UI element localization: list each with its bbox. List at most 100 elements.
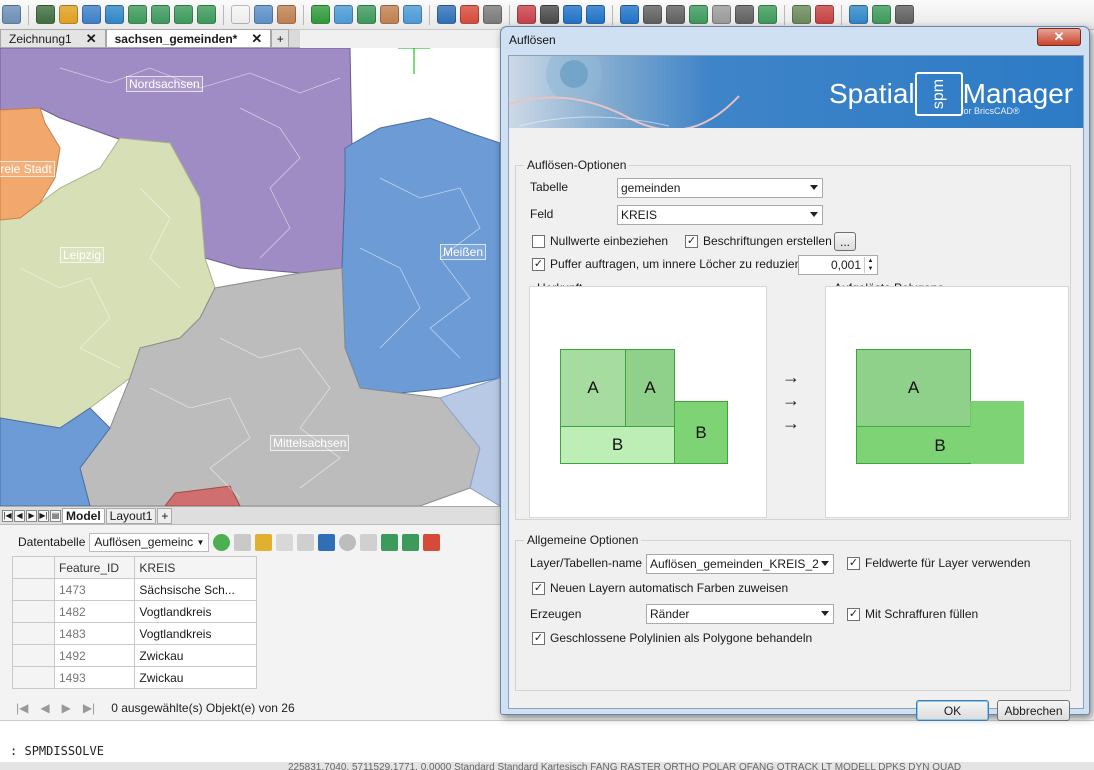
copy-icon[interactable] — [276, 533, 294, 551]
table-row[interactable]: 1483 Vogtlandkreis — [12, 622, 257, 645]
zoom-icon[interactable] — [197, 5, 216, 24]
stepper-arrows-icon[interactable]: ▲ ▼ — [864, 257, 876, 273]
plus-icon[interactable] — [311, 5, 330, 24]
refresh-icon[interactable] — [213, 533, 231, 551]
area3-icon[interactable] — [380, 5, 399, 24]
area2-icon[interactable] — [357, 5, 376, 24]
zoom-to-icon[interactable] — [255, 533, 273, 551]
select-remove-icon[interactable] — [402, 533, 420, 551]
column-header[interactable]: KREIS — [134, 556, 257, 579]
circles-icon[interactable] — [712, 5, 731, 24]
layout-list-button[interactable]: ▤ — [50, 509, 61, 522]
ok-button[interactable]: OK — [916, 700, 989, 721]
xy-icon[interactable] — [815, 5, 834, 24]
expand-icon[interactable] — [895, 5, 914, 24]
label-settings-button[interactable]: ... — [834, 232, 856, 251]
layer-icon[interactable] — [2, 5, 21, 24]
select-icon[interactable] — [360, 533, 378, 551]
buffer-value-stepper[interactable]: 0,001 ▲ ▼ — [798, 255, 878, 275]
table-grid-icon[interactable] — [234, 533, 252, 551]
checkbox-box[interactable] — [532, 234, 545, 248]
next-record-icon[interactable]: ▶ — [62, 701, 71, 715]
column-header[interactable]: Feature_ID — [53, 556, 136, 579]
bug-icon[interactable] — [231, 5, 250, 24]
add-layout-button[interactable]: + — [157, 507, 173, 524]
landscape-icon[interactable] — [277, 5, 296, 24]
snow-icon[interactable] — [403, 5, 422, 24]
help-icon[interactable] — [563, 5, 582, 24]
refresh-icon[interactable] — [586, 5, 605, 24]
layout-tab-model[interactable]: Model — [62, 507, 105, 524]
last-record-icon[interactable]: ▶| — [83, 701, 95, 715]
map-icon[interactable] — [792, 5, 811, 24]
link-icon[interactable] — [735, 5, 754, 24]
prev-layout-button[interactable]: ◀ — [14, 509, 25, 522]
command-line[interactable]: : SPMDISSOLVE — [0, 720, 1094, 762]
create-labels-checkbox[interactable]: ✓ Beschriftungen erstellen — [685, 234, 832, 248]
new-tab-button[interactable]: + — [271, 29, 290, 47]
buffer-checkbox[interactable]: ✓ Puffer auftragen, um innere Löcher zu … — [532, 257, 812, 271]
next-layout-button[interactable]: ▶ — [26, 509, 37, 522]
closed-polylines-checkbox[interactable]: ✓ Geschlossene Polylinien als Polygone b… — [532, 631, 812, 645]
row-header-cell[interactable] — [12, 666, 55, 689]
camera-icon[interactable] — [36, 5, 55, 24]
select-remove-icon[interactable] — [174, 5, 193, 24]
pencil-icon[interactable] — [460, 5, 479, 24]
doc-icon[interactable] — [643, 5, 662, 24]
photo2-icon[interactable] — [872, 5, 891, 24]
checkbox-box[interactable]: ✓ — [847, 556, 860, 570]
select-add-icon[interactable] — [151, 5, 170, 24]
clip-icon[interactable] — [483, 5, 502, 24]
export-icon[interactable] — [689, 5, 708, 24]
row-header-cell[interactable] — [12, 644, 55, 667]
table-select[interactable]: gemeinden — [617, 178, 823, 198]
prev-record-icon[interactable]: ◀ — [40, 701, 49, 715]
checkbox-box[interactable]: ✓ — [532, 581, 545, 595]
clear-icon[interactable] — [517, 5, 536, 24]
checkbox-box[interactable]: ✓ — [685, 234, 698, 248]
sphere-icon[interactable] — [339, 533, 357, 551]
layer-select[interactable]: Auflösen_gemeinc ▼ — [89, 532, 210, 552]
tools-icon[interactable] — [540, 5, 559, 24]
checkbox-box[interactable]: ✓ — [532, 631, 545, 645]
select-add-icon[interactable] — [381, 533, 399, 551]
table-row[interactable]: 1473 Sächsische Sch... — [12, 578, 257, 601]
first-record-icon[interactable]: |◀ — [16, 701, 28, 715]
area-icon[interactable] — [334, 5, 353, 24]
include-null-checkbox[interactable]: Nullwerte einbeziehen — [532, 234, 668, 248]
clip-icon[interactable] — [297, 533, 315, 551]
table-row[interactable]: 1492 Zwickau — [12, 644, 257, 667]
hatch-fill-checkbox[interactable]: ✓ Mit Schraffuren füllen — [847, 607, 978, 621]
table-icon[interactable] — [437, 5, 456, 24]
checkbox-box[interactable]: ✓ — [847, 607, 860, 621]
select-icon[interactable] — [128, 5, 147, 24]
close-icon[interactable]: ✕ — [251, 31, 262, 47]
table-icon[interactable] — [318, 533, 336, 551]
pen-icon[interactable] — [105, 5, 124, 24]
checkbox-box[interactable]: ✓ — [532, 257, 545, 271]
last-layout-button[interactable]: ▶| — [38, 509, 49, 522]
doc2-icon[interactable] — [666, 5, 685, 24]
auto-colors-checkbox[interactable]: ✓ Neuen Layern automatisch Farben zuweis… — [532, 581, 788, 595]
table-row[interactable]: 1493 Zwickau — [12, 666, 257, 689]
close-button[interactable]: ✕ — [1037, 28, 1081, 46]
layer-name-input[interactable]: Auflösen_gemeinden_KREIS_2 — [646, 554, 834, 574]
person-icon[interactable] — [59, 5, 78, 24]
close-icon[interactable]: ✕ — [86, 31, 97, 47]
use-field-values-checkbox[interactable]: ✓ Feldwerte für Layer verwenden — [847, 556, 1030, 570]
layout-tab-layout1[interactable]: Layout1 — [105, 507, 157, 524]
info-icon[interactable] — [620, 5, 639, 24]
create-select[interactable]: Ränder — [646, 604, 834, 624]
pin-icon[interactable] — [82, 5, 101, 24]
field-select[interactable]: KREIS — [617, 205, 823, 225]
table-row[interactable]: 1482 Vogtlandkreis — [12, 600, 257, 623]
doc-tab-sachsen-gemeinden[interactable]: sachsen_gemeinden* ✕ — [105, 29, 272, 47]
wave-icon[interactable] — [254, 5, 273, 24]
pencil-icon[interactable] — [423, 533, 441, 551]
row-header-cell[interactable] — [12, 600, 55, 623]
photo-icon[interactable] — [849, 5, 868, 24]
cancel-button[interactable]: Abbrechen — [997, 700, 1070, 721]
image-icon[interactable] — [758, 5, 777, 24]
doc-tab-zeichnung1[interactable]: Zeichnung1 ✕ — [0, 29, 106, 47]
map-canvas[interactable]: Nordsachsen Freie Stadt Leipzig Meißen M… — [0, 48, 500, 506]
